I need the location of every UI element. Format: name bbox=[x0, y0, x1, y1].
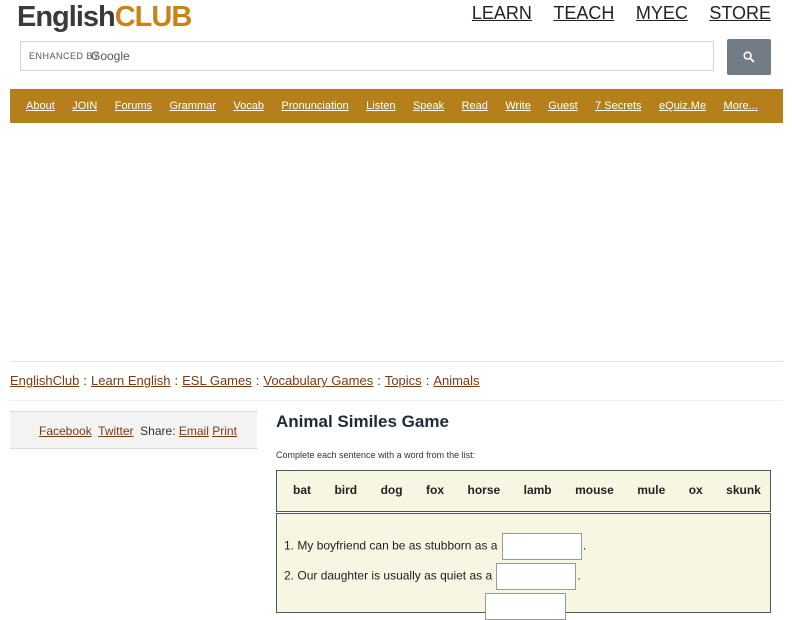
answer-input-1[interactable] bbox=[501, 533, 582, 560]
breadcrumb-animals[interactable]: Animals bbox=[433, 373, 479, 388]
word-item: horse bbox=[467, 483, 501, 497]
search-icon bbox=[743, 51, 755, 63]
word-item: lamb bbox=[523, 483, 552, 497]
question-item: 1. My boyfriend can be as stubborn as a … bbox=[284, 533, 586, 560]
nav-equiz[interactable]: eQuiz.Me bbox=[659, 89, 706, 123]
nav-7-secrets[interactable]: 7 Secrets bbox=[595, 89, 641, 123]
answer-input-2[interactable] bbox=[496, 563, 577, 590]
breadcrumb-separator: : bbox=[425, 373, 430, 388]
word-item: dog bbox=[380, 483, 403, 497]
question-text: Our daughter is usually as quiet as a bbox=[297, 568, 493, 583]
breadcrumb-separator: : bbox=[377, 373, 381, 388]
divider bbox=[10, 400, 782, 401]
breadcrumb-separator: : bbox=[174, 373, 179, 388]
answer-input-3[interactable] bbox=[485, 593, 566, 620]
share-print-link[interactable]: Print bbox=[212, 424, 237, 438]
breadcrumb-separator: : bbox=[255, 373, 260, 388]
word-item: bat bbox=[293, 483, 311, 497]
separator bbox=[10, 361, 783, 362]
word-item: mouse bbox=[575, 483, 614, 497]
top-nav: LEARN TEACH MYEC STORE bbox=[455, 2, 771, 24]
question-number: 1. bbox=[284, 538, 295, 553]
question-end: . bbox=[582, 538, 587, 553]
top-nav-learn[interactable]: LEARN bbox=[472, 2, 532, 24]
word-item: bird bbox=[334, 483, 358, 497]
share-email-link[interactable]: Email bbox=[179, 424, 209, 438]
top-nav-teach[interactable]: TEACH bbox=[553, 2, 614, 24]
question-item: 2. Our daughter is usually as quiet as a… bbox=[284, 563, 581, 590]
nav-guest[interactable]: Guest bbox=[548, 89, 577, 123]
page-title: Animal Similes Game bbox=[276, 412, 449, 431]
nav-join[interactable]: JOIN bbox=[72, 89, 97, 123]
word-item: skunk bbox=[726, 483, 761, 497]
enhanced-by-label: ENHANCED BY bbox=[29, 51, 100, 61]
nav-grammar[interactable]: Grammar bbox=[169, 89, 215, 123]
nav-pronunciation[interactable]: Pronunciation bbox=[281, 89, 348, 123]
breadcrumb-esl-games[interactable]: ESL Games bbox=[182, 373, 252, 388]
breadcrumb: EnglishClub: Learn English: ESL Games: Voca… bbox=[10, 373, 480, 388]
word-item: mule bbox=[637, 483, 666, 497]
englishclub-logo[interactable]: EnglishCLUB bbox=[17, 0, 193, 36]
breadcrumb-separator: : bbox=[83, 373, 87, 388]
breadcrumb-vocabulary-games[interactable]: Vocabulary Games bbox=[263, 373, 373, 388]
logo-english: English bbox=[17, 1, 116, 33]
top-nav-myec[interactable]: MYEC bbox=[636, 2, 688, 24]
nav-write[interactable]: Write bbox=[505, 89, 530, 123]
share-box: Facebook Twitter Share: Email Print bbox=[10, 411, 257, 449]
question-number: 2. bbox=[284, 568, 295, 583]
google-label: Google bbox=[91, 49, 130, 63]
word-item: fox bbox=[426, 483, 445, 497]
share-label: Share: bbox=[140, 424, 176, 438]
instructions: Complete each sentence with a word from … bbox=[276, 450, 476, 460]
breadcrumb-englishclub[interactable]: EnglishClub bbox=[10, 373, 79, 388]
nav-about[interactable]: About bbox=[26, 89, 55, 123]
question-text: My boyfriend can be as stubborn as a bbox=[297, 538, 498, 553]
nav-listen[interactable]: Listen bbox=[366, 89, 395, 123]
search-bar: ENHANCED BY Google bbox=[20, 39, 772, 75]
nav-vocab[interactable]: Vocab bbox=[233, 89, 264, 123]
breadcrumb-topics[interactable]: Topics bbox=[385, 373, 422, 388]
logo-club: CLUB bbox=[114, 1, 193, 33]
breadcrumb-learn-english[interactable]: Learn English bbox=[91, 373, 171, 388]
nav-forums[interactable]: Forums bbox=[115, 89, 152, 123]
nav-read[interactable]: Read bbox=[462, 89, 488, 123]
share-twitter-link[interactable]: Twitter bbox=[98, 424, 133, 438]
word-list: bat bird dog fox horse lamb mouse mule o… bbox=[276, 470, 771, 512]
main-nav: About JOIN Forums Grammar Vocab Pronunci… bbox=[10, 89, 783, 123]
top-nav-store[interactable]: STORE bbox=[709, 2, 771, 24]
word-item: ox bbox=[688, 483, 703, 497]
nav-more[interactable]: More... bbox=[724, 89, 758, 123]
nav-speak[interactable]: Speak bbox=[413, 89, 444, 123]
share-facebook-link[interactable]: Facebook bbox=[39, 424, 92, 438]
question-list: 1. My boyfriend can be as stubborn as a … bbox=[276, 513, 771, 620]
search-button[interactable] bbox=[727, 39, 771, 75]
question-end: . bbox=[577, 568, 581, 583]
search-input[interactable]: ENHANCED BY Google bbox=[20, 41, 714, 71]
